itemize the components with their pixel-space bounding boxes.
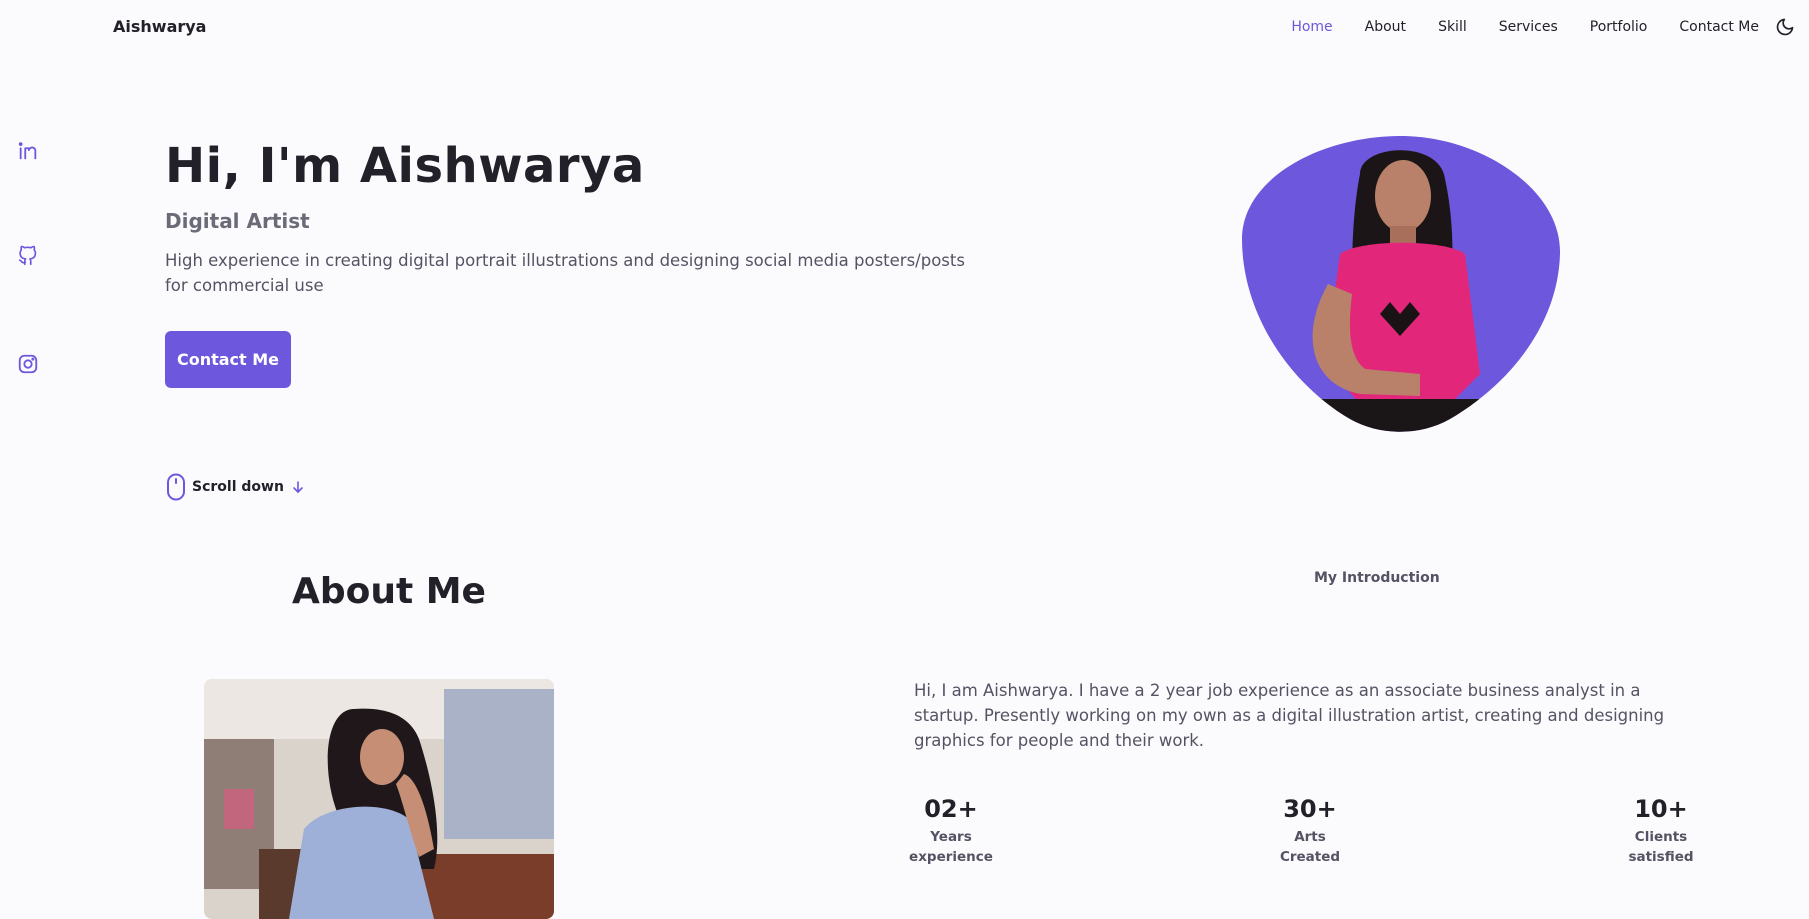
nav-services[interactable]: Services bbox=[1499, 19, 1558, 35]
stat-number: 02+ bbox=[924, 795, 978, 823]
about-kicker: My Introduction bbox=[1314, 570, 1440, 586]
stat-years: 02+ Years experience bbox=[906, 795, 996, 867]
stat-caption: Clients satisfied bbox=[1628, 829, 1694, 865]
nav-skill[interactable]: Skill bbox=[1438, 19, 1467, 35]
moon-icon[interactable] bbox=[1775, 17, 1795, 37]
nav-portfolio[interactable]: Portfolio bbox=[1590, 19, 1648, 35]
stat-clients: 10+ Clients satisfied bbox=[1616, 795, 1706, 867]
nav-home[interactable]: Home bbox=[1291, 19, 1332, 35]
hero-title: Hi, I'm Aishwarya bbox=[165, 138, 645, 194]
mouse-icon bbox=[167, 473, 185, 501]
stat-number: 10+ bbox=[1634, 795, 1688, 823]
contact-me-button[interactable]: Contact Me bbox=[165, 331, 291, 388]
profile-portrait bbox=[1242, 136, 1561, 432]
hero-description: High experience in creating digital port… bbox=[165, 251, 965, 295]
hero-subtitle: Digital Artist bbox=[165, 209, 310, 233]
instagram-icon[interactable] bbox=[17, 353, 39, 375]
about-title: About Me bbox=[292, 571, 486, 612]
stat-number: 30+ bbox=[1283, 795, 1337, 823]
arrow-down-icon bbox=[293, 481, 303, 493]
site-logo[interactable]: Aishwarya bbox=[113, 17, 206, 36]
stat-arts: 30+ Arts Created bbox=[1265, 795, 1355, 867]
scroll-down-link[interactable]: Scroll down bbox=[166, 473, 304, 501]
about-photo bbox=[204, 679, 554, 919]
main-nav: Home About Skill Services Portfolio Cont… bbox=[1259, 0, 1809, 54]
linkedin-icon[interactable] bbox=[17, 140, 39, 162]
nav-about[interactable]: About bbox=[1365, 19, 1406, 35]
github-icon[interactable] bbox=[17, 245, 39, 267]
about-text: Hi, I am Aishwarya. I have a 2 year job … bbox=[914, 681, 1665, 750]
stat-caption: Years experience bbox=[909, 829, 993, 865]
nav-contact[interactable]: Contact Me bbox=[1679, 19, 1759, 35]
stat-caption: Arts Created bbox=[1279, 829, 1341, 865]
scroll-down-label: Scroll down bbox=[192, 479, 284, 495]
